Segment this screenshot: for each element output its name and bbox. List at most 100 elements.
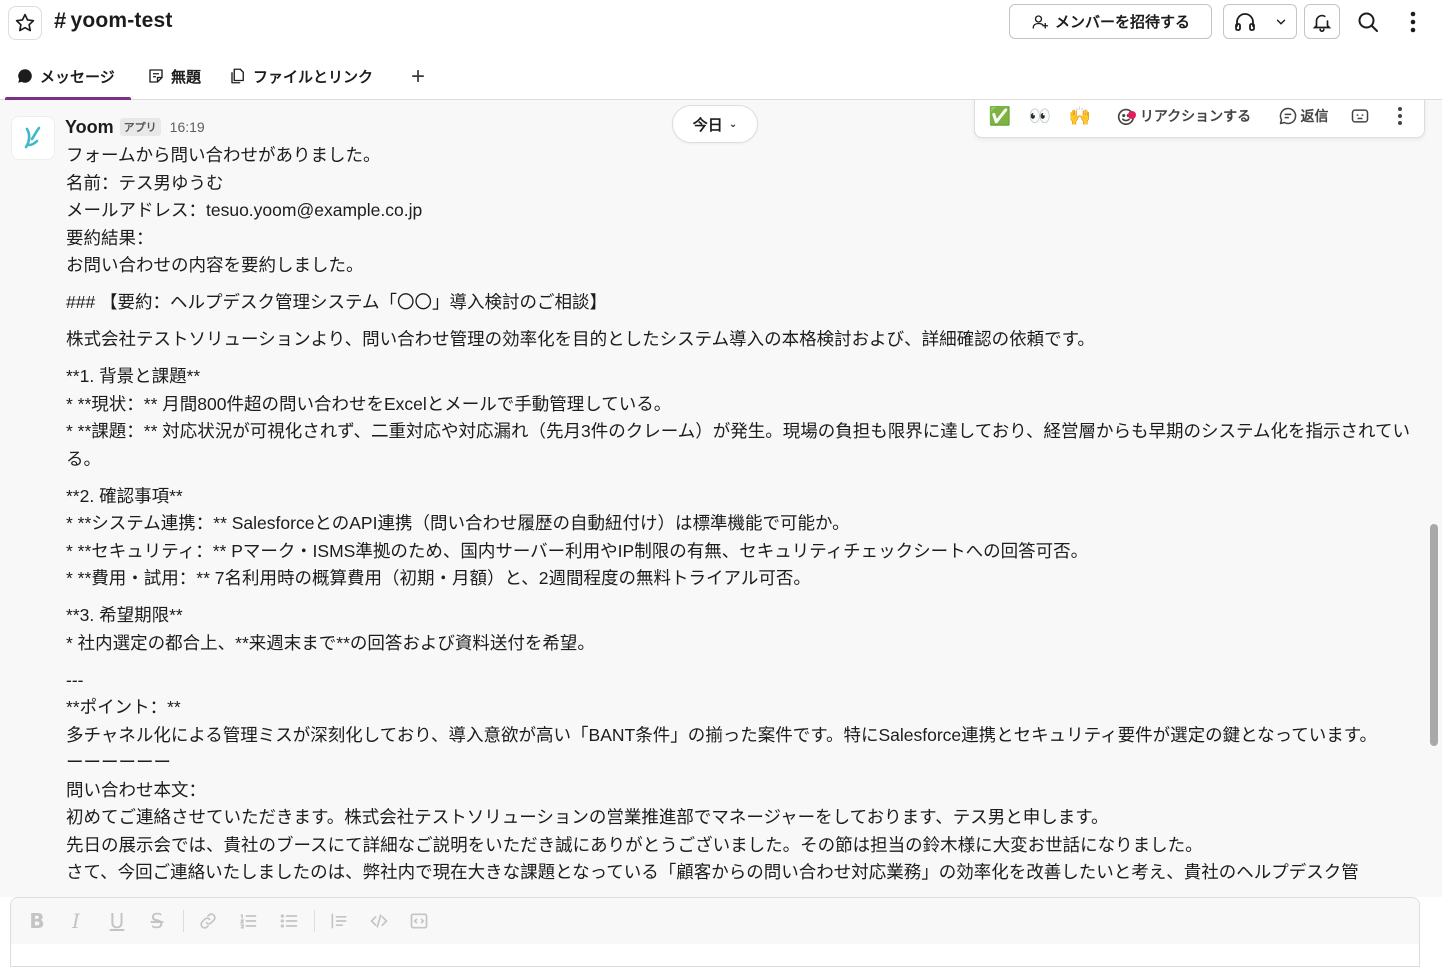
ordered-list-icon <box>239 914 257 929</box>
message-line: * **セキュリティ：** Pマーク・ISMS準拠のため、国内サーバー利用やIP… <box>66 540 1089 561</box>
blockquote-button[interactable] <box>326 908 352 934</box>
reply-in-thread-button[interactable]: 返信 <box>1273 100 1333 139</box>
canvas-icon <box>149 69 163 83</box>
message-line: 要約結果： <box>66 227 154 248</box>
reply-label: 返信 <box>1300 108 1329 124</box>
chevron-down-icon <box>1277 19 1286 25</box>
message-line: 先日の展示会では、貴社のブースにて詳細なご説明をいただき誠にありがとうございまし… <box>66 834 1203 855</box>
message-line: **ポイント：** <box>66 697 181 717</box>
message-line: * **現状：** 月間800件超の問い合わせをExcelとメールで手動管理して… <box>66 393 672 414</box>
add-person-icon <box>1032 14 1049 29</box>
star-icon <box>15 13 35 32</box>
underline-button[interactable]: U <box>104 908 130 934</box>
code-block-button[interactable] <box>406 908 432 934</box>
message-line: フォームから問い合わせがありました。 <box>66 145 381 165</box>
raised-hands-emoji-icon: 🙌 <box>1068 105 1092 127</box>
date-divider-button[interactable]: 今日 ⌄ <box>672 105 758 143</box>
more-options-button[interactable] <box>1396 4 1430 39</box>
message-line: 名前：テス男ゆうむ <box>66 172 224 193</box>
invite-label: メンバーを招待する <box>1054 14 1190 31</box>
message-line: * **課題：** 対応状況が可視化されず、二重対応や対応漏れ（先月3件のクレー… <box>66 421 1410 469</box>
reaction-eyes-button[interactable]: 👀 <box>1023 100 1057 139</box>
message-line: **1. 背景と課題** <box>66 366 201 386</box>
message-line: メールアドレス：tesuo.yoom@example.co.jp <box>66 200 423 220</box>
message-line: 問い合わせ本文： <box>66 779 206 800</box>
message-line: ### 【要約：ヘルプデスク管理システム「〇〇」導入検討のご相談】 <box>66 292 608 312</box>
channel-tabs: メッセージ 無題 ファイルとリンク + <box>0 52 1442 100</box>
code-icon <box>370 914 388 928</box>
link-button[interactable] <box>195 908 221 934</box>
bulleted-list-button[interactable] <box>276 908 302 934</box>
message-line: ーーーーーー <box>66 752 171 772</box>
scrollbar-thumb[interactable] <box>1430 524 1438 746</box>
more-actions-button[interactable] <box>1385 100 1415 139</box>
tab-untitled[interactable]: 無題 <box>147 62 201 90</box>
message-line: お問い合わせの内容を要約しました。 <box>66 255 364 275</box>
thread-reply-icon <box>1279 107 1296 125</box>
tab-label: 無題 <box>171 68 202 86</box>
message-line: **2. 確認事項** <box>66 485 183 506</box>
add-reaction-icon <box>1115 105 1137 127</box>
channel-name: yoom-test <box>70 9 173 32</box>
search-button[interactable] <box>1349 4 1387 39</box>
italic-button[interactable]: I <box>63 908 89 934</box>
sender-name[interactable]: Yoom <box>65 117 114 138</box>
message-line: さて、今回ご連絡いたしましたのは、弊社内で現在大きな課題となっている「顧客からの… <box>66 862 1359 882</box>
vertical-ellipsis-icon <box>1410 11 1416 32</box>
bold-button[interactable]: B <box>24 908 50 934</box>
star-button[interactable] <box>8 6 42 40</box>
bulleted-list-icon <box>280 914 298 928</box>
vertical-ellipsis-icon <box>1398 107 1402 125</box>
message-line: **3. 希望期限** <box>66 605 183 625</box>
app-badge: アプリ <box>119 118 161 136</box>
link-icon <box>200 913 216 929</box>
strikethrough-button[interactable]: S <box>144 908 170 934</box>
blockquote-icon <box>331 913 347 929</box>
forward-message-button[interactable] <box>1345 100 1375 139</box>
notifications-button[interactable] <box>1304 4 1340 39</box>
code-button[interactable] <box>366 908 392 934</box>
add-tab-button[interactable]: + <box>405 63 431 90</box>
reaction-check-button[interactable]: ✅ <box>983 100 1017 139</box>
check-emoji-icon: ✅ <box>988 105 1012 127</box>
files-icon <box>231 68 244 84</box>
yoom-logo-icon <box>24 126 41 149</box>
message-line: * 社内選定の都合上、**来週末まで**の回答および資料送付を希望。 <box>66 632 595 653</box>
formatting-toolbar: B I U S <box>11 898 1419 944</box>
message-pane: Yoom アプリ 16:19 今日 ⌄ ✅ 👀 🙌 リアクションする 返信 フォ… <box>0 100 1442 897</box>
huddle-button-group <box>1223 4 1297 39</box>
channel-title[interactable]: # yoom-test <box>54 8 173 34</box>
ordered-list-button[interactable] <box>235 908 261 934</box>
message-line: --- <box>66 669 84 690</box>
avatar[interactable] <box>11 116 55 160</box>
tab-messages[interactable]: メッセージ <box>16 62 115 90</box>
huddle-options-button[interactable] <box>1267 5 1296 38</box>
message-body: フォームから問い合わせがありました。 名前：テス男ゆうむ メールアドレス：tes… <box>66 142 1426 887</box>
message-line: 多チャネル化による管理ミスが深刻化しており、導入意欲が高い「BANT条件」の揃っ… <box>66 724 1377 745</box>
chevron-down-icon: ⌄ <box>728 118 738 130</box>
add-reaction-button[interactable]: リアクションする <box>1109 100 1257 139</box>
add-reaction-label: リアクションする <box>1139 108 1252 124</box>
huddle-button[interactable] <box>1224 5 1267 38</box>
tab-files-and-links[interactable]: ファイルとリンク <box>229 62 373 90</box>
bell-off-icon <box>1312 14 1332 32</box>
search-icon <box>1358 12 1378 32</box>
message-line: 株式会社テストソリューションより、問い合わせ管理の効率化を目的としたシステム導入… <box>66 329 1095 349</box>
message-actions-bar: ✅ 👀 🙌 リアクションする 返信 <box>974 100 1425 138</box>
channel-header: # yoom-test メンバーを招待する <box>0 0 1442 44</box>
message-line: * **費用・試用：** 7名利用時の概算費用（初期・月額）と、2週間程度の無料… <box>66 568 811 588</box>
reaction-raised-hands-button[interactable]: 🙌 <box>1063 100 1097 139</box>
message-bubble-icon <box>18 69 32 83</box>
message-line: * **システム連携：** SalesforceとのAPI連携（問い合わせ履歴の… <box>66 513 850 533</box>
headphones-icon <box>1235 12 1256 31</box>
invite-members-button[interactable]: メンバーを招待する <box>1009 4 1212 39</box>
message-timestamp[interactable]: 16:19 <box>170 119 205 135</box>
channel-hash-icon: # <box>54 8 67 33</box>
bot-action-icon <box>1351 109 1369 123</box>
message-header: Yoom アプリ 16:19 <box>65 116 205 138</box>
notification-dot <box>1127 111 1136 119</box>
tab-label: メッセージ <box>40 68 115 86</box>
message-line: 初めてご連絡させていただきます。株式会社テストソリューションの営業推進部でマネー… <box>66 807 1109 827</box>
tab-label: ファイルとリンク <box>253 68 374 86</box>
code-block-icon <box>410 913 428 929</box>
